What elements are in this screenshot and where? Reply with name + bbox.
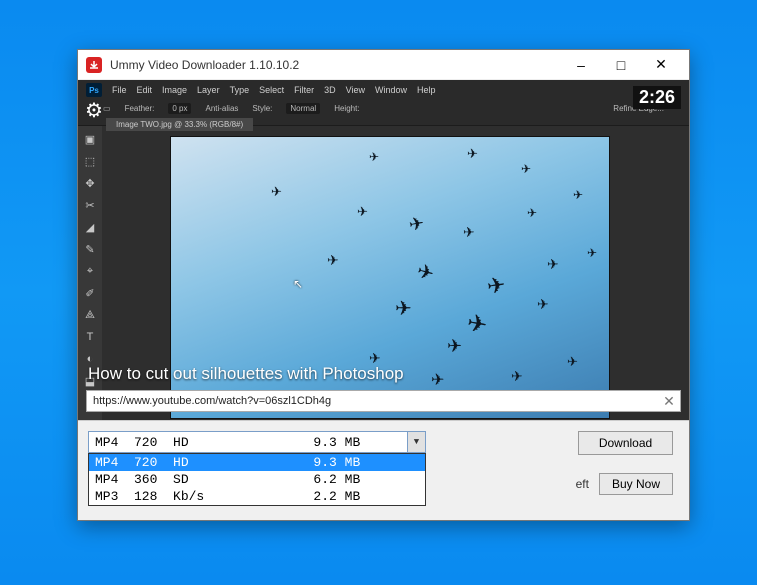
ps-feather-value: 0 px — [168, 103, 191, 114]
ps-tool-icon: ✂ — [81, 196, 99, 214]
format-option[interactable]: MP3 128 Kb/s 2.2 MB — [89, 488, 425, 505]
ps-tool-icon: T — [81, 328, 99, 346]
window-title: Ummy Video Downloader 1.10.10.2 — [110, 58, 561, 72]
ps-menu-item: Window — [375, 85, 407, 95]
ps-style-value: Normal — [286, 103, 320, 114]
ps-height-label: Height: — [334, 104, 359, 113]
ps-tool-icon: ✎ — [81, 240, 99, 258]
photoshop-options-bar: ▭ Feather: 0 px Anti-alias Style: Normal… — [78, 100, 689, 117]
minimize-button[interactable]: – — [561, 50, 601, 80]
clear-icon[interactable]: ✕ — [658, 391, 680, 411]
format-dropdown-list: MP4 720 HD 9.3 MBMP4 360 SD 6.2 MBMP3 12… — [88, 453, 426, 506]
close-button[interactable]: ✕ — [641, 50, 681, 80]
ps-menu-item: Type — [230, 85, 250, 95]
download-button[interactable]: Download — [578, 431, 673, 455]
ps-tool-icon: ⌖ — [81, 262, 99, 280]
ps-menu-item: Select — [259, 85, 284, 95]
ps-menu-item: 3D — [324, 85, 336, 95]
window-controls: – □ ✕ — [561, 50, 681, 80]
ps-tool-icon: ▣ — [81, 130, 99, 148]
bottom-panel: MP4 720 HD 9.3 MB ▼ MP4 720 HD 9.3 MBMP4… — [78, 420, 689, 520]
ps-tool-icon: ⬚ — [81, 152, 99, 170]
photoshop-logo-icon: Ps — [86, 83, 102, 97]
ps-antialias: Anti-alias — [205, 104, 238, 113]
trial-text: eft — [576, 477, 589, 491]
video-title: How to cut out silhouettes with Photosho… — [88, 364, 404, 384]
photoshop-menu: Ps File Edit Image Layer Type Select Fil… — [78, 80, 689, 100]
photoshop-tab: Image TWO.jpg @ 33.3% (RGB/8#) — [106, 118, 253, 131]
ps-tool-icon: ⟁ — [81, 306, 99, 324]
format-option[interactable]: MP4 720 HD 9.3 MB — [89, 454, 425, 471]
video-timestamp: 2:26 — [633, 86, 681, 109]
ps-menu-item: File — [112, 85, 127, 95]
url-row: ✕ — [86, 390, 681, 412]
ps-menu-item: View — [346, 85, 365, 95]
ps-menu-item: Image — [162, 85, 187, 95]
app-icon — [86, 57, 102, 73]
ps-tool-icon: ✐ — [81, 284, 99, 302]
chevron-down-icon[interactable]: ▼ — [407, 432, 425, 452]
titlebar[interactable]: Ummy Video Downloader 1.10.10.2 – □ ✕ — [78, 50, 689, 80]
ps-menu-item: Filter — [294, 85, 314, 95]
gear-icon[interactable]: ⚙ — [85, 98, 103, 123]
maximize-button[interactable]: □ — [601, 50, 641, 80]
format-combo[interactable]: MP4 720 HD 9.3 MB ▼ MP4 720 HD 9.3 MBMP4… — [88, 431, 426, 506]
url-input[interactable] — [87, 395, 658, 407]
ps-menu-item: Layer — [197, 85, 220, 95]
video-preview: Ps File Edit Image Layer Type Select Fil… — [78, 80, 689, 420]
ps-menu-item: Edit — [137, 85, 153, 95]
ps-tool-icon: ◢ — [81, 218, 99, 236]
format-option[interactable]: MP4 360 SD 6.2 MB — [89, 471, 425, 488]
app-window: Ummy Video Downloader 1.10.10.2 – □ ✕ Ps… — [77, 49, 690, 521]
ps-tool-icon: ✥ — [81, 174, 99, 192]
ps-style-label: Style: — [252, 104, 272, 113]
ps-menu-item: Help — [417, 85, 436, 95]
ps-feather-label: Feather: — [125, 104, 155, 113]
format-selected-text: MP4 720 HD 9.3 MB — [89, 435, 407, 450]
buy-now-button[interactable]: Buy Now — [599, 473, 673, 495]
format-selected[interactable]: MP4 720 HD 9.3 MB ▼ — [88, 431, 426, 453]
